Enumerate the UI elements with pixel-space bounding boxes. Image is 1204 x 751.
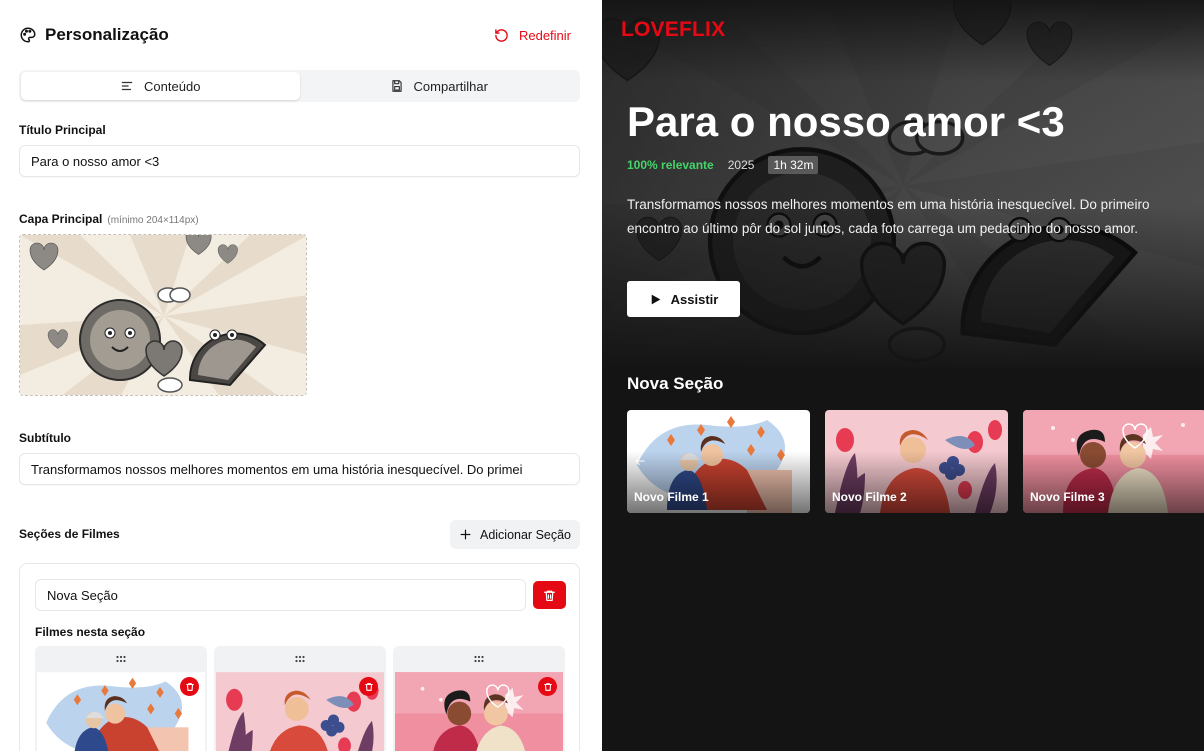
brand-logo[interactable]: LOVEFLIX <box>621 18 725 42</box>
arrow-left-icon <box>635 456 645 466</box>
trash-icon <box>364 682 373 691</box>
movie-card[interactable]: Novo Filme 3 <box>1023 410 1204 513</box>
preview-panel: LOVEFLIX Para o nosso amor <3 100% relev… <box>602 0 1204 751</box>
tab-label: Conteúdo <box>144 78 201 94</box>
movie-card-label: Novo Filme 1 <box>634 490 709 504</box>
trash-icon <box>544 590 555 601</box>
section-name-input[interactable]: Nova Seção <box>35 579 526 611</box>
play-icon <box>651 294 661 304</box>
hero-banner: LOVEFLIX Para o nosso amor <3 100% relev… <box>602 0 1204 372</box>
cover-size-hint: (mínimo 204×114px) <box>107 215 199 226</box>
editor-tabs: Conteúdo Compartilhar <box>19 70 580 102</box>
hero-title: Para o nosso amor <3 <box>627 98 1065 145</box>
tab-conteudo[interactable]: Conteúdo <box>21 72 300 100</box>
reset-button[interactable]: Redefinir <box>485 24 580 47</box>
movie-card[interactable]: Novo Filme 2 <box>825 410 1008 513</box>
grip-icon <box>474 655 484 662</box>
film-slot <box>393 646 565 751</box>
movie-card[interactable]: Novo Filme 1 <box>627 410 810 513</box>
add-section-button[interactable]: Adicionar Seção <box>450 520 580 549</box>
movie-card-label: Novo Filme 3 <box>1030 490 1105 504</box>
main-title-label: Título Principal <box>19 123 106 137</box>
release-year: 2025 <box>727 158 755 172</box>
watch-button[interactable]: Assistir <box>627 281 740 317</box>
delete-film-button[interactable] <box>359 677 378 696</box>
delete-film-button[interactable] <box>180 677 199 696</box>
reset-label: Redefinir <box>518 27 571 43</box>
trash-icon <box>543 682 552 691</box>
grip-icon <box>116 655 126 662</box>
cover-label: Capa Principal (mínimo 204×114px) <box>19 212 199 226</box>
palette-icon <box>20 27 36 43</box>
drag-handle[interactable] <box>35 646 207 671</box>
cover-upload-area[interactable] <box>19 234 307 396</box>
row-title: Nova Seção <box>627 374 724 393</box>
save-icon <box>391 80 402 92</box>
plus-icon <box>460 529 471 540</box>
hero-description: Transformamos nossos melhores momentos e… <box>627 197 1150 236</box>
watch-label: Assistir <box>670 291 719 307</box>
cover-image <box>20 235 307 396</box>
relevance-badge: 100% relevante <box>627 158 714 172</box>
align-left-icon <box>121 81 133 91</box>
subtitle-input[interactable]: Transformamos nossos melhores momentos e… <box>19 453 580 485</box>
drag-handle[interactable] <box>393 646 565 671</box>
section-card: Nova Seção Filmes nesta seção <box>19 563 580 751</box>
hero-meta: 100% relevante 2025 1h 32m <box>627 156 819 174</box>
film-slot <box>214 646 386 751</box>
delete-section-button[interactable] <box>533 581 566 609</box>
tab-label: Compartilhar <box>413 78 488 94</box>
add-section-label: Adicionar Seção <box>479 527 572 542</box>
movie-row: Novo Filme 1 Novo Filme 2 Novo Filme 3 <box>627 410 1204 513</box>
sections-label: Seções de Filmes <box>19 527 120 541</box>
film-slot <box>35 646 207 751</box>
editor-title-text: Personalização <box>45 25 169 44</box>
trash-icon <box>185 682 194 691</box>
main-title-input[interactable]: Para o nosso amor <3 <box>19 145 580 177</box>
editor-header: Personalização Redefinir <box>19 22 580 48</box>
delete-film-button[interactable] <box>538 677 557 696</box>
subtitle-label: Subtítulo <box>19 431 71 445</box>
duration-badge: 1h 32m <box>768 156 819 174</box>
tab-compartilhar[interactable]: Compartilhar <box>300 72 579 100</box>
films-in-section-label: Filmes nesta seção <box>35 625 146 639</box>
cover-label-text: Capa Principal <box>19 212 103 226</box>
drag-handle[interactable] <box>214 646 386 671</box>
editor-title: Personalização <box>19 25 169 45</box>
refresh-icon <box>495 28 508 42</box>
editor-panel: Personalização Redefinir Conteúdo Compar… <box>0 0 602 751</box>
movie-card-label: Novo Filme 2 <box>832 490 907 504</box>
grip-icon <box>295 655 305 662</box>
